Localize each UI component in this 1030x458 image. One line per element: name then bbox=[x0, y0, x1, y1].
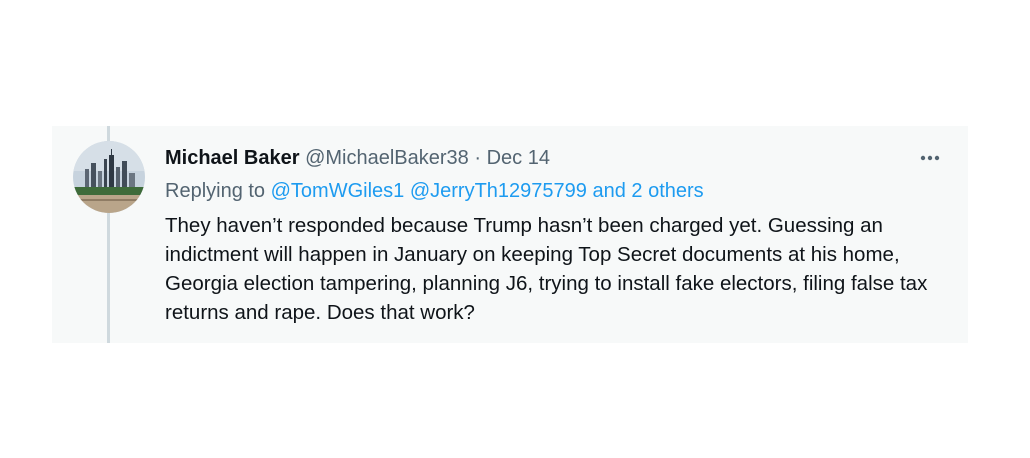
city-skyline-avatar-icon bbox=[73, 141, 145, 213]
avatar[interactable] bbox=[73, 141, 145, 213]
tweet-text: They haven’t responded because Trump has… bbox=[165, 214, 928, 324]
more-horizontal-icon bbox=[920, 155, 940, 161]
more-options-button[interactable] bbox=[916, 146, 944, 170]
replying-to-line: Replying to @TomWGiles1 @JerryTh12975799… bbox=[165, 177, 704, 205]
author-name[interactable]: Michael Baker bbox=[165, 147, 300, 169]
reply-mention-2[interactable]: @JerryTh12975799 bbox=[410, 180, 587, 202]
reply-others-link[interactable]: and 2 others bbox=[592, 180, 703, 202]
replying-prefix: Replying to bbox=[165, 180, 266, 202]
tweet-date[interactable]: Dec 14 bbox=[487, 147, 550, 169]
tweet-header: Michael Baker @MichaelBaker38 · Dec 14 bbox=[165, 144, 550, 172]
author-handle[interactable]: @MichaelBaker38 bbox=[305, 147, 469, 169]
reply-mention-1[interactable]: @TomWGiles1 bbox=[271, 180, 405, 202]
header-separator: · bbox=[474, 147, 482, 169]
